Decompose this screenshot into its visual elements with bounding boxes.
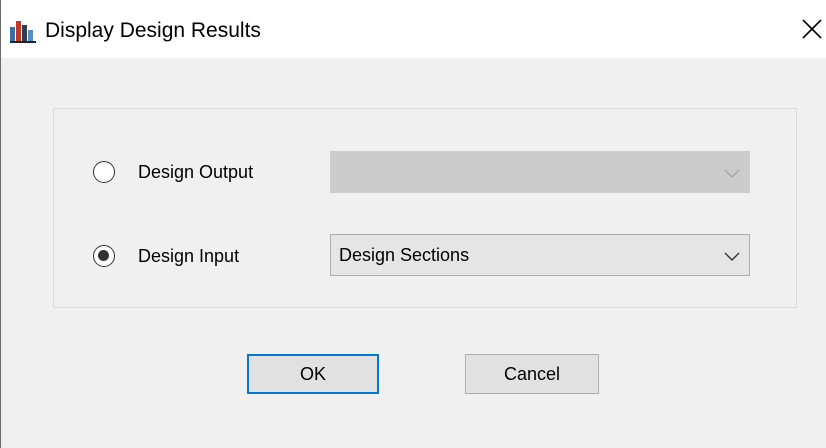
- title-bar[interactable]: Display Design Results: [1, 0, 826, 58]
- cancel-button[interactable]: Cancel: [465, 354, 599, 394]
- design-output-label[interactable]: Design Output: [138, 161, 253, 183]
- radio-selected-dot: [98, 250, 109, 261]
- chevron-down-icon[interactable]: [723, 247, 741, 265]
- window-title: Display Design Results: [45, 19, 261, 42]
- design-input-label[interactable]: Design Input: [138, 245, 239, 267]
- display-design-results-dialog: Display Design Results Design Output Des…: [0, 0, 826, 448]
- design-results-group-box: Design Output Design Input Design Sectio…: [53, 108, 797, 308]
- design-output-combo: [330, 151, 750, 193]
- design-input-combo[interactable]: Design Sections: [330, 234, 750, 276]
- chevron-down-icon: [724, 169, 740, 178]
- design-output-radio[interactable]: [93, 161, 115, 183]
- ok-button[interactable]: OK: [247, 354, 379, 394]
- app-icon: [10, 21, 36, 43]
- design-input-radio[interactable]: [93, 245, 115, 267]
- design-input-combo-value: Design Sections: [339, 245, 470, 265]
- close-icon[interactable]: [797, 14, 826, 44]
- dialog-client-area: Design Output Design Input Design Sectio…: [1, 58, 826, 448]
